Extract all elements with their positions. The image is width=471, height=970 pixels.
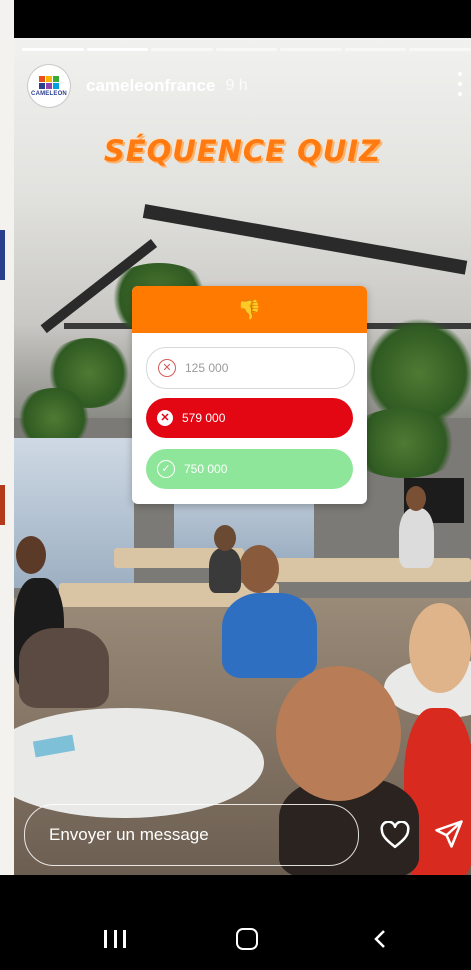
- more-icon[interactable]: [457, 72, 463, 96]
- username[interactable]: cameleonfrance: [86, 76, 215, 96]
- story-header: CAMELEON cameleonfrance 9 h: [28, 64, 458, 108]
- message-input[interactable]: [47, 824, 341, 846]
- post-time: 9 h: [225, 77, 248, 94]
- thumbs-down-icon: 👎: [237, 299, 262, 321]
- quiz-option-label: 579 000: [182, 411, 226, 425]
- progress-segment: [22, 48, 84, 51]
- quiz-option[interactable]: ✕ 125 000: [146, 347, 355, 389]
- check-icon: ✓: [157, 460, 175, 478]
- progress-segment: [86, 48, 149, 51]
- progress-segment: [215, 48, 278, 51]
- story-viewer[interactable]: CAMELEON cameleonfrance 9 h SÉQUENCE QUI…: [14, 38, 471, 875]
- recent-apps-icon[interactable]: [104, 930, 126, 948]
- quiz-option[interactable]: ✓ 750 000: [146, 449, 353, 489]
- quiz-option-label: 750 000: [184, 462, 228, 476]
- quiz-sticker[interactable]: 👎 ✕ 125 000 ✕ 579 000 ✓ 750 000: [132, 286, 367, 504]
- side-strip: [0, 0, 14, 970]
- cameleon-logo-icon: [39, 75, 59, 89]
- status-bar: [0, 0, 471, 38]
- send-icon[interactable]: [434, 819, 464, 849]
- heart-icon[interactable]: [380, 821, 410, 849]
- progress-segment: [409, 48, 471, 51]
- reply-bar[interactable]: [24, 804, 359, 866]
- quiz-option[interactable]: ✕ 579 000: [146, 398, 353, 438]
- close-icon: ✕: [158, 359, 176, 377]
- progress-segment: [280, 48, 342, 51]
- progress-segment: [151, 48, 213, 51]
- quiz-title: SÉQUENCE QUIZ: [103, 134, 382, 168]
- story-progress-bar: [22, 48, 471, 51]
- quiz-header: 👎: [132, 286, 367, 333]
- avatar-logo-text: CAMELEON: [31, 90, 67, 97]
- back-icon[interactable]: [372, 930, 388, 948]
- home-icon[interactable]: [236, 928, 258, 950]
- close-icon: ✕: [157, 410, 173, 426]
- system-navigation-bar: [0, 875, 471, 970]
- progress-segment: [344, 48, 407, 51]
- quiz-option-label: 125 000: [185, 361, 229, 375]
- avatar[interactable]: CAMELEON: [28, 65, 70, 107]
